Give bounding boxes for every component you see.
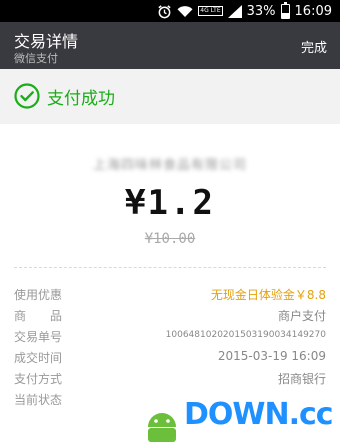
- detail-row-time: 成交时间 2015-03-19 16:09: [14, 347, 326, 368]
- detail-label: 成交时间: [14, 351, 63, 365]
- status-time: 16:09: [294, 3, 332, 19]
- detail-row-method: 支付方式 招商银行: [14, 368, 326, 389]
- page-title: 交易详情: [14, 32, 79, 51]
- original-amount: ¥10.00: [144, 231, 196, 247]
- alarm-icon: [157, 4, 172, 19]
- detail-value: 商户支付: [277, 309, 326, 323]
- success-text: 支付成功: [47, 89, 115, 109]
- battery-icon: [280, 1, 290, 19]
- android-logo-icon: [148, 413, 176, 442]
- detail-label: 交易单号: [14, 330, 63, 344]
- detail-value: 招商银行: [277, 372, 326, 386]
- divider: [14, 267, 326, 268]
- detail-list: 使用优惠 无现金日体验金￥8.8 商 品 商户支付 交易单号 100648102…: [0, 284, 340, 410]
- title-bar: 交易详情 微信支付 完成: [0, 22, 340, 69]
- status-bar: 4G LTE 33% 16:09: [0, 0, 340, 22]
- payment-amount: ¥1.2: [125, 183, 215, 223]
- merchant-name: 上海四味林食品有限公司: [92, 158, 247, 173]
- detail-value: 1006481020201503190034149270: [165, 330, 326, 340]
- detail-label: 支付方式: [14, 372, 63, 386]
- detail-value: 2015-03-19 16:09: [217, 349, 326, 363]
- detail-value: 无现金日体验金￥8.8: [210, 288, 326, 302]
- detail-label: 当前状态: [14, 393, 63, 407]
- done-button[interactable]: 完成: [301, 37, 327, 56]
- watermark: DOWN.cc: [140, 395, 340, 447]
- detail-row-product: 商 品 商户支付: [14, 305, 326, 326]
- detail-label: 商 品: [14, 309, 63, 323]
- battery-percent: 33%: [246, 3, 276, 19]
- page-subtitle: 微信支付: [14, 52, 58, 65]
- detail-row-order-id: 交易单号 1006481020201503190034149270: [14, 326, 326, 347]
- detail-row-discount: 使用优惠 无现金日体验金￥8.8: [14, 284, 326, 305]
- watermark-text: DOWN.cc: [184, 397, 334, 432]
- success-banner: 支付成功: [0, 69, 340, 124]
- check-circle-icon: [14, 83, 40, 109]
- battery-fill: [281, 13, 289, 18]
- lte-badge: 4G LTE: [198, 6, 223, 16]
- detail-label: 使用优惠: [14, 288, 63, 302]
- wifi-icon: [177, 5, 193, 18]
- signal-icon: [227, 4, 242, 18]
- status-icons: 4G LTE 33% 16:09: [157, 0, 332, 22]
